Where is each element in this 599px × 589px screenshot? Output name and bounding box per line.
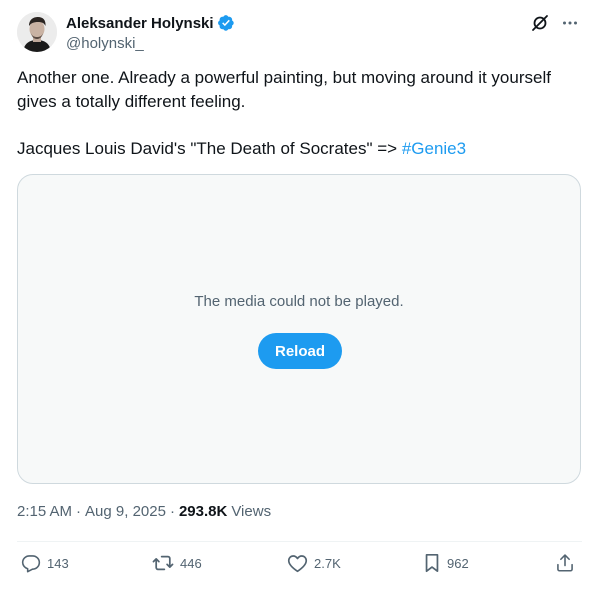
tweet-time[interactable]: 2:15 AM <box>17 503 72 520</box>
author-block: Aleksander Holynski @holynski_ <box>66 13 235 52</box>
share-icon <box>557 554 573 572</box>
avatar[interactable] <box>17 12 57 52</box>
top-actions <box>529 12 581 34</box>
tweet-text: Another one. Already a powerful painting… <box>17 66 582 160</box>
bookmark-icon <box>425 553 439 573</box>
meta-separator: · <box>169 503 175 520</box>
bookmark-count: 962 <box>447 555 469 571</box>
bookmark-button[interactable]: 962 <box>423 553 469 573</box>
grok-icon[interactable] <box>529 12 551 34</box>
media-container: The media could not be played. Reload <box>17 174 581 484</box>
views-label: Views <box>231 503 272 520</box>
tweet-card: Aleksander Holynski @holynski_ Another o… <box>0 0 599 589</box>
author-name[interactable]: Aleksander Holynski <box>66 15 214 32</box>
divider <box>17 541 582 542</box>
meta-separator: · <box>76 503 82 520</box>
like-button[interactable]: 2.7K <box>287 553 341 573</box>
tweet-text-line2-prefix: Jacques Louis David's "The Death of Socr… <box>17 138 402 158</box>
tweet-text-line1: Another one. Already a powerful painting… <box>17 68 551 111</box>
views-count: 293.8K <box>178 503 228 520</box>
reply-button[interactable]: 143 <box>21 553 69 573</box>
hashtag-link[interactable]: #Genie3 <box>402 139 466 158</box>
tweet-meta: 2:15 AM · Aug 9, 2025 · 293.8K Views <box>17 503 271 520</box>
repost-button[interactable]: 446 <box>152 553 202 573</box>
avatar-photo <box>17 12 57 52</box>
author-handle[interactable]: @holynski_ <box>66 35 235 52</box>
tweet-text-line2: Jacques Louis David's "The Death of Socr… <box>17 137 582 161</box>
repost-icon <box>152 555 174 571</box>
action-bar: 143 446 2.7K 962 <box>21 553 579 577</box>
media-error-message: The media could not be played. <box>194 293 404 310</box>
verified-badge-icon <box>217 14 235 32</box>
reply-icon <box>21 555 41 573</box>
like-count: 2.7K <box>314 555 341 571</box>
reply-count: 143 <box>47 555 69 571</box>
more-options-icon[interactable] <box>559 12 581 34</box>
heart-icon <box>287 555 308 573</box>
repost-count: 446 <box>180 555 202 571</box>
reload-button[interactable]: Reload <box>258 333 342 369</box>
tweet-date[interactable]: Aug 9, 2025 <box>85 503 166 520</box>
share-button[interactable] <box>555 553 575 573</box>
